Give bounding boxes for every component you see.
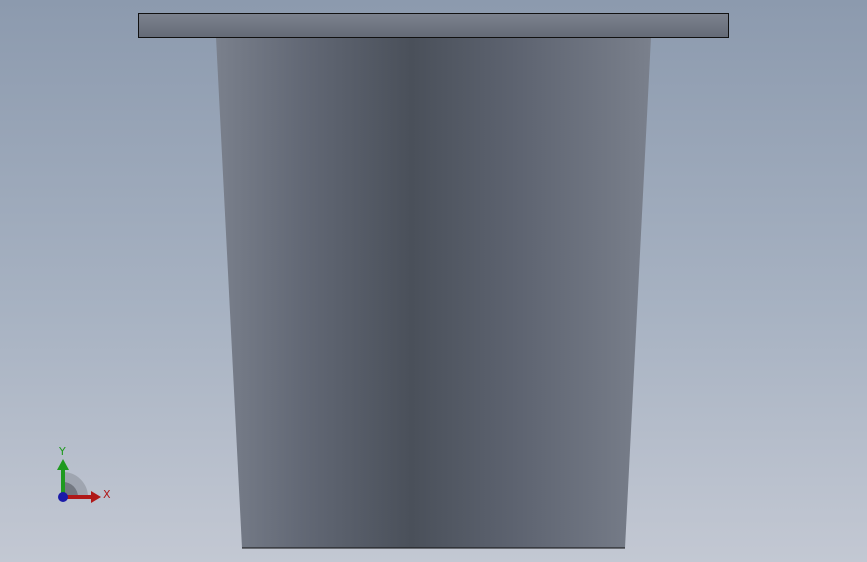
triad-x-label: X bbox=[103, 488, 111, 501]
graphics-viewport[interactable]: Y X bbox=[0, 0, 867, 562]
triad-z-axis bbox=[58, 492, 68, 502]
part-flange[interactable] bbox=[138, 13, 729, 38]
triad-y-label: Y bbox=[58, 445, 66, 458]
triad-y-arrow bbox=[57, 459, 69, 470]
model-view[interactable]: Y X bbox=[0, 0, 867, 562]
part-body[interactable] bbox=[216, 37, 651, 548]
orientation-triad: Y X bbox=[57, 445, 111, 503]
triad-x-arrow bbox=[91, 491, 101, 503]
